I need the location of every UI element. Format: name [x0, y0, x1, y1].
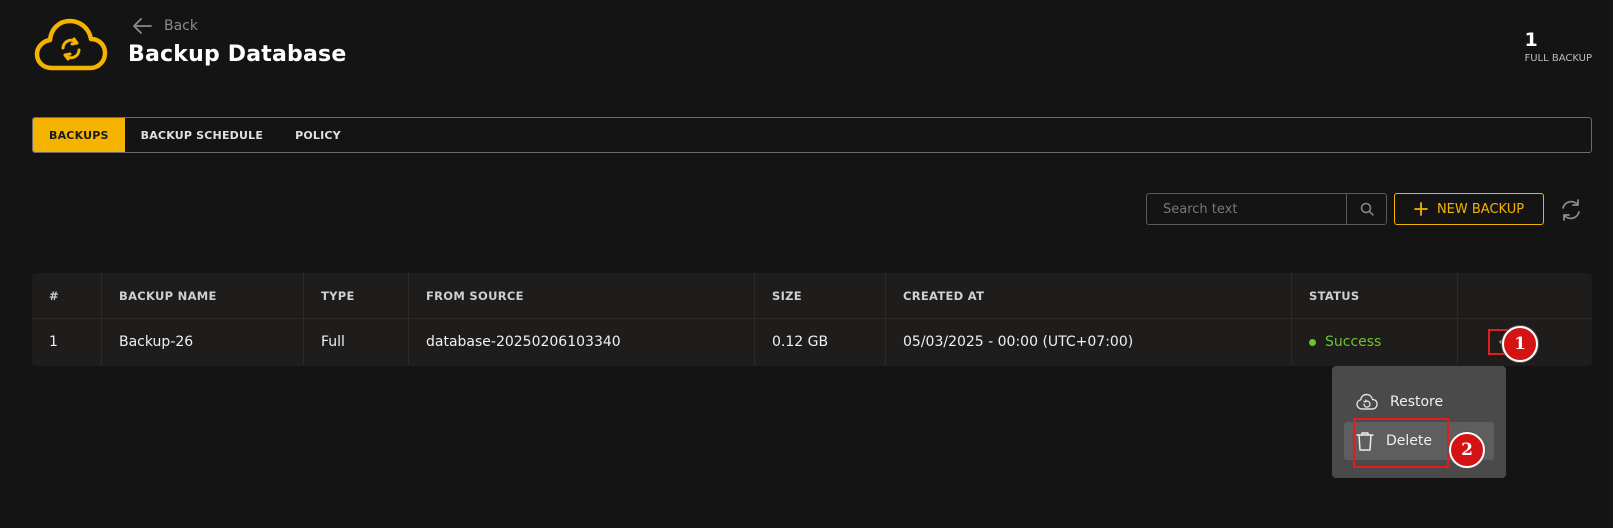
full-backup-count: 1 [1524, 29, 1538, 51]
cell-type: Full [304, 319, 409, 365]
full-backup-label: FULL BACKUP [1524, 53, 1592, 64]
column-header-actions [1458, 273, 1592, 318]
cell-size: 0.12 GB [755, 319, 886, 365]
cell-created-at: 05/03/2025 - 00:00 (UTC+07:00) [886, 319, 1292, 365]
step-1-badge: 1 [1502, 326, 1538, 362]
search-button[interactable] [1346, 194, 1386, 224]
status-dot-icon [1309, 338, 1316, 346]
cell-from-source: database-20250206103340 [409, 319, 755, 365]
tab-backup-schedule[interactable]: BACKUP SCHEDULE [125, 118, 279, 152]
step-2-badge: 2 [1449, 432, 1485, 468]
table-header-row: # BACKUP NAME TYPE FROM SOURCE SIZE CREA… [32, 273, 1592, 319]
backups-table: # BACKUP NAME TYPE FROM SOURCE SIZE CREA… [32, 273, 1592, 366]
new-backup-label: NEW BACKUP [1436, 201, 1525, 217]
column-header-status: STATUS [1292, 273, 1458, 318]
menu-item-restore-label: Restore [1390, 394, 1444, 410]
column-header-size: SIZE [755, 273, 886, 318]
cell-backup-name: Backup-26 [102, 319, 304, 365]
column-header-from-source: FROM SOURCE [409, 273, 755, 318]
backup-database-page: Back Backup Database 1 FULL BACKUP BACKU… [0, 0, 1613, 528]
tab-backups[interactable]: BACKUPS [33, 118, 125, 152]
back-label: Back [164, 18, 198, 34]
page-title: Backup Database [128, 42, 347, 67]
full-backup-stat: 1 FULL BACKUP [1524, 28, 1592, 66]
new-backup-button[interactable]: NEW BACKUP [1394, 193, 1544, 225]
status-badge: Success [1309, 334, 1381, 350]
table-row[interactable]: 1 Backup-26 Full database-20250206103340… [32, 319, 1592, 365]
plus-icon [1414, 202, 1428, 216]
column-header-index: # [32, 273, 102, 318]
cell-index: 1 [32, 319, 102, 365]
cell-status: Success [1292, 319, 1458, 365]
cloud-restore-icon [1356, 393, 1378, 410]
refresh-icon[interactable] [1558, 197, 1584, 223]
search-icon [1360, 202, 1374, 216]
column-header-type: TYPE [304, 273, 409, 318]
column-header-created-at: CREATED AT [886, 273, 1292, 318]
back-arrow-icon [133, 18, 152, 34]
menu-item-delete-label: Delete [1386, 433, 1432, 449]
status-text: Success [1325, 334, 1382, 350]
back-link[interactable]: Back [132, 17, 198, 35]
tab-bar: BACKUPS BACKUP SCHEDULE POLICY [32, 117, 1592, 153]
search-box [1146, 193, 1387, 225]
column-header-backup-name: BACKUP NAME [102, 273, 304, 318]
cloud-sync-icon [34, 18, 108, 71]
trash-icon [1356, 432, 1374, 451]
search-input[interactable] [1147, 194, 1346, 224]
menu-item-restore[interactable]: Restore [1344, 383, 1494, 421]
tab-policy[interactable]: POLICY [279, 118, 357, 152]
